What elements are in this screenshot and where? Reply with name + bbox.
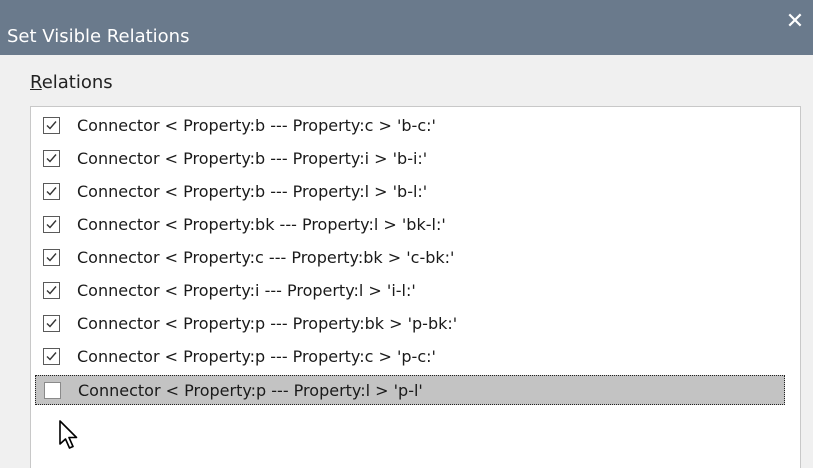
checkmark-icon [46,187,57,196]
title-bar: Set Visible Relations ✕ [0,0,813,55]
relation-row[interactable]: Connector < Property:i --- Property:l > … [35,276,785,306]
relation-label: Connector < Property:b --- Property:i > … [77,149,428,168]
relation-label: Connector < Property:bk --- Property:l >… [77,215,446,234]
relation-row[interactable]: Connector < Property:b --- Property:c > … [35,111,785,141]
relation-checkbox[interactable] [43,282,60,299]
relation-checkbox[interactable] [43,348,60,365]
window-title: Set Visible Relations [7,26,190,47]
checkmark-icon [46,319,57,328]
relations-label-accelerator: R [30,72,42,93]
checkmark-icon [46,121,57,130]
relation-checkbox[interactable] [43,315,60,332]
checkmark-icon [46,352,57,361]
relation-label: Connector < Property:i --- Property:l > … [77,281,416,300]
relation-label: Connector < Property:b --- Property:l > … [77,182,428,201]
checkmark-icon [46,154,57,163]
close-button[interactable]: ✕ [785,9,805,34]
set-visible-relations-dialog: Set Visible Relations ✕ Relations Connec… [0,0,813,468]
close-icon: ✕ [785,9,805,34]
relation-checkbox[interactable] [43,249,60,266]
relation-row[interactable]: Connector < Property:b --- Property:i > … [35,144,785,174]
relation-checkbox[interactable] [43,216,60,233]
relation-label: Connector < Property:p --- Property:l > … [78,381,423,400]
relation-row-selected[interactable]: Connector < Property:p --- Property:l > … [35,375,785,405]
checkmark-icon [46,220,57,229]
relation-row[interactable]: Connector < Property:p --- Property:c > … [35,342,785,372]
relation-row[interactable]: Connector < Property:b --- Property:l > … [35,177,785,207]
relation-checkbox[interactable] [44,382,61,399]
relations-label-text: elations [41,72,113,93]
relation-checkbox[interactable] [43,183,60,200]
checkmark-icon [46,253,57,262]
relations-group-label: Relations [30,72,113,94]
relation-label: Connector < Property:p --- Property:bk >… [77,314,458,333]
relation-checkbox[interactable] [43,117,60,134]
relation-row[interactable]: Connector < Property:c --- Property:bk >… [35,243,785,273]
relation-label: Connector < Property:b --- Property:c > … [77,116,436,135]
checkmark-icon [46,286,57,295]
relation-checkbox[interactable] [43,150,60,167]
relation-label: Connector < Property:p --- Property:c > … [77,347,436,366]
relation-row[interactable]: Connector < Property:bk --- Property:l >… [35,210,785,240]
relations-listbox[interactable]: Connector < Property:b --- Property:c > … [30,106,801,468]
relation-row[interactable]: Connector < Property:p --- Property:bk >… [35,309,785,339]
relation-label: Connector < Property:c --- Property:bk >… [77,248,455,267]
